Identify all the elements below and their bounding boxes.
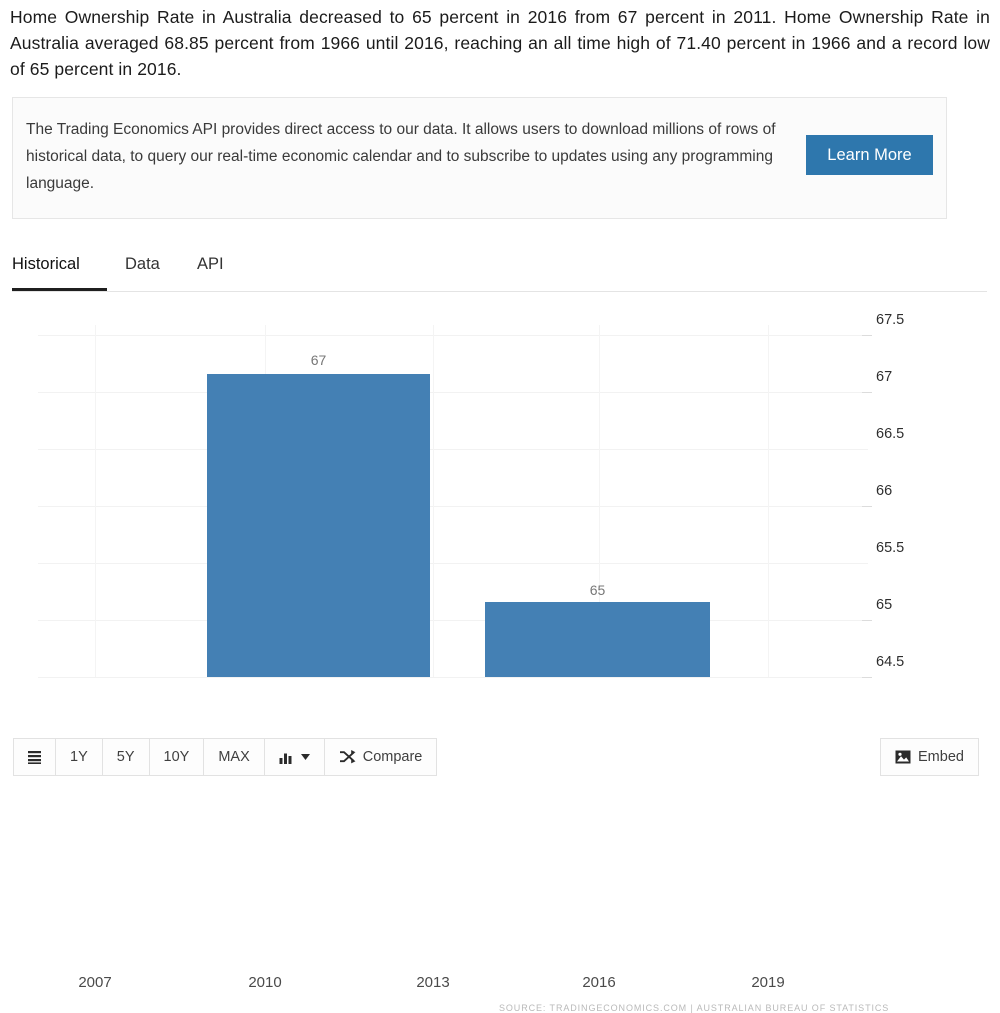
chart-toolbar: 1Y 5Y 10Y MAX Compare [13, 738, 438, 776]
ytick-67: 67 [876, 369, 893, 385]
list-menu-button[interactable] [14, 739, 56, 775]
ytick-65: 65 [876, 597, 893, 613]
chevron-down-icon [300, 754, 310, 760]
tab-historical[interactable]: Historical [12, 248, 107, 291]
chart-source-credit: SOURCE: TRADINGECONOMICS.COM | AUSTRALIA… [499, 1003, 890, 1013]
chart-type-dropdown[interactable] [264, 739, 325, 775]
range-5y-button[interactable]: 5Y [102, 739, 150, 775]
ytick-mark [862, 392, 872, 393]
ytick-mark [862, 506, 872, 507]
gridline-h [38, 677, 868, 678]
summary-paragraph: Home Ownership Rate in Australia decreas… [10, 7, 990, 79]
ytick-67-5: 67.5 [876, 312, 905, 328]
chart-container[interactable]: 67 65 2007 2010 2013 2016 2019 67.5 67 6… [0, 295, 1000, 1013]
ytick-64-5: 64.5 [876, 654, 905, 670]
range-1y-button[interactable]: 1Y [56, 739, 103, 775]
gridline-h [38, 620, 868, 621]
api-promo-text: The Trading Economics API provides direc… [26, 121, 776, 192]
bar-chart-icon [279, 751, 294, 764]
gridline-v [433, 325, 434, 677]
image-icon [895, 750, 911, 764]
tab-data[interactable]: Data [125, 248, 185, 291]
xtick-2013: 2013 [416, 974, 450, 991]
xtick-2010: 2010 [248, 974, 282, 991]
shuffle-icon [339, 750, 356, 764]
ytick-mark [862, 335, 872, 336]
xtick-2007: 2007 [78, 974, 112, 991]
ytick-65-5: 65.5 [876, 540, 905, 556]
bar-2011[interactable] [207, 374, 430, 677]
bar-label-2011: 67 [310, 352, 327, 368]
learn-more-button[interactable]: Learn More [806, 135, 933, 175]
bar-2016[interactable] [485, 602, 710, 677]
xtick-2016: 2016 [582, 974, 616, 991]
gridline-h [38, 392, 868, 393]
xtick-2019: 2019 [751, 974, 785, 991]
gridline-h [38, 335, 868, 336]
gridline-v [95, 325, 96, 677]
gridline-h [38, 506, 868, 507]
ytick-mark [862, 620, 872, 621]
ytick-mark [862, 677, 872, 678]
gridline-h [38, 449, 868, 450]
range-10y-button[interactable]: 10Y [149, 739, 205, 775]
gridline-v [768, 325, 769, 677]
compare-button[interactable]: Compare [324, 739, 437, 775]
gridline-h [38, 563, 868, 564]
range-max-button[interactable]: MAX [204, 739, 265, 775]
embed-label: Embed [918, 749, 964, 765]
bar-label-2016: 65 [589, 582, 606, 598]
tab-bar: Historical Data API [12, 248, 987, 292]
list-icon [27, 750, 42, 765]
chart-plot-area: 67 65 2007 2010 2013 2016 2019 [38, 310, 868, 991]
compare-label: Compare [362, 749, 423, 765]
embed-button[interactable]: Embed [880, 738, 979, 776]
tab-api[interactable]: API [197, 248, 247, 291]
api-promo-panel: The Trading Economics API provides direc… [12, 97, 947, 219]
ytick-66: 66 [876, 483, 893, 499]
ytick-66-5: 66.5 [876, 426, 905, 442]
